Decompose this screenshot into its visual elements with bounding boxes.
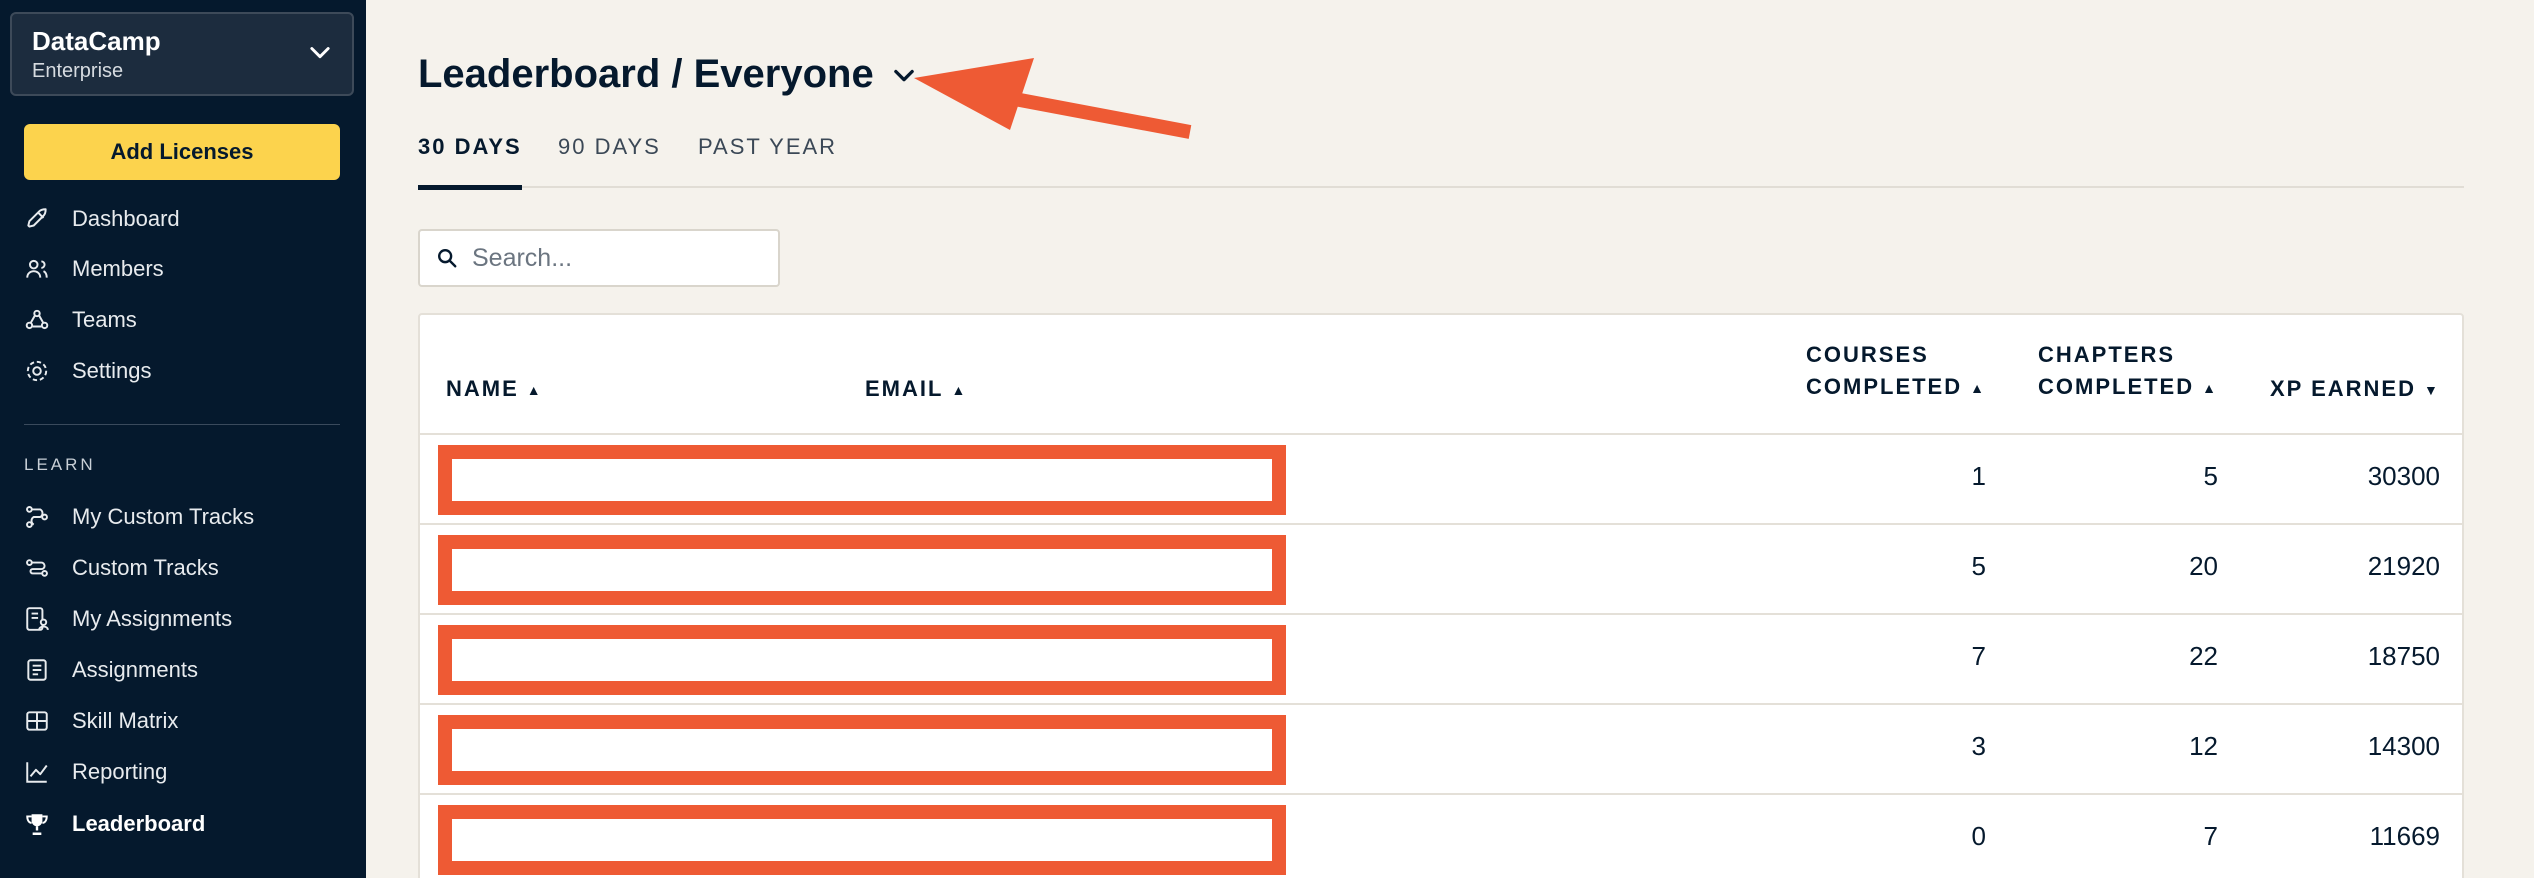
xp-earned-cell: 11669 [2369, 821, 2440, 851]
tab-90-days[interactable]: 90 DAYS [558, 130, 661, 188]
sidebar-item-leaderboard[interactable]: Leaderboard [24, 804, 205, 844]
chapters-completed-cell: 5 [2203, 461, 2218, 491]
column-header-label: NAME [446, 376, 519, 401]
courses-completed-cell: 1 [1971, 461, 1986, 491]
search-input[interactable] [472, 243, 752, 273]
tab-30-days[interactable]: 30 DAYS [418, 130, 522, 190]
trophy-icon [26, 814, 48, 835]
column-header-xp-earned[interactable]: XP EARNED ▼︎ [2270, 373, 2440, 406]
grid-icon [26, 711, 48, 731]
sidebar-item-assignments[interactable]: Assignments [24, 650, 198, 690]
track-icon [26, 506, 48, 528]
chevron-down-icon [310, 47, 330, 59]
sidebar-item-label: Custom Tracks [72, 555, 219, 580]
assignment-icon [27, 659, 47, 681]
sidebar-item-label: Leaderboard [72, 811, 206, 836]
org-switcher[interactable]: DataCamp Enterprise [10, 12, 354, 96]
leaderboard-table: NAME ▲︎ EMAIL ▲︎ COURSES COMPLETED ▲︎ CHAPT… [418, 313, 2464, 878]
column-header-label: COMPLETED [2038, 374, 2195, 399]
sidebar-item-label: Settings [72, 358, 152, 383]
sidebar-item-label: Members [72, 256, 164, 281]
sort-icon: ▲︎ [526, 382, 543, 399]
page-title[interactable]: Leaderboard / Everyone [418, 52, 918, 97]
sort-icon: ▲︎ [1970, 380, 1986, 397]
add-licenses-button[interactable]: Add Licenses [24, 124, 340, 180]
sort-icon: ▲︎ [2202, 380, 2218, 397]
sidebar-divider [24, 424, 340, 425]
search-icon [438, 249, 457, 268]
column-header-label: COURSES [1806, 342, 1929, 367]
table-row[interactable]: 0 7 11669 [420, 795, 2462, 878]
column-header-label: COMPLETED [1806, 374, 1963, 399]
sidebar-item-custom-tracks[interactable]: Custom Tracks [24, 548, 219, 588]
redaction-box [438, 715, 1286, 785]
teams-icon [25, 309, 49, 330]
xp-earned-cell: 21920 [2367, 551, 2440, 581]
sidebar-item-label: My Custom Tracks [72, 504, 255, 529]
column-header-label: CHAPTERS [2038, 342, 2176, 367]
column-header-name[interactable]: NAME ▲︎ [446, 373, 543, 406]
sidebar-item-label: Dashboard [72, 206, 180, 231]
page-title-text: Leaderboard / Everyone [418, 52, 874, 96]
sidebar-item-label: Reporting [72, 759, 168, 784]
redaction-box [438, 535, 1286, 605]
courses-completed-cell: 3 [1971, 731, 1986, 761]
sidebar-item-skill-matrix[interactable]: Skill Matrix [24, 701, 178, 741]
column-header-email[interactable]: EMAIL ▲︎ [865, 373, 967, 406]
sidebar-item-my-assignments[interactable]: My Assignments [24, 599, 232, 639]
sidebar: DataCamp Enterprise Add Licenses Dashboa… [0, 0, 366, 878]
track-icon [26, 559, 48, 577]
sidebar-item-label: Assignments [72, 657, 198, 682]
gear-icon [26, 360, 48, 382]
sidebar-item-members[interactable]: Members [24, 249, 164, 289]
column-header-label: XP EARNED [2270, 376, 2416, 401]
sidebar-item-reporting[interactable]: Reporting [24, 752, 167, 792]
column-header-courses-completed[interactable]: COURSES COMPLETED ▲︎ [1806, 339, 1986, 404]
sidebar-item-my-custom-tracks[interactable]: My Custom Tracks [24, 497, 254, 537]
org-plan: Enterprise [32, 60, 124, 82]
sidebar-item-label: My Assignments [72, 606, 233, 631]
chart-line-icon [26, 762, 48, 783]
sidebar-item-dashboard[interactable]: Dashboard [24, 199, 180, 239]
courses-completed-cell: 7 [1971, 641, 1986, 671]
xp-earned-cell: 14300 [2367, 731, 2440, 761]
courses-completed-cell: 0 [1971, 821, 1986, 851]
xp-earned-cell: 30300 [2367, 461, 2440, 491]
table-row[interactable]: 1 5 30300 [420, 435, 2462, 525]
rocket-icon [27, 208, 47, 228]
assignment-user-icon [26, 607, 49, 631]
redaction-box [438, 445, 1286, 515]
column-header-chapters-completed[interactable]: CHAPTERS COMPLETED ▲︎ [2038, 339, 2218, 404]
table-row[interactable]: 7 22 18750 [420, 615, 2462, 705]
tab-past-year[interactable]: PAST YEAR [698, 130, 837, 188]
redaction-box [438, 625, 1286, 695]
section-label-learn: LEARN [24, 455, 96, 474]
sort-icon: ▲︎ [951, 382, 968, 399]
sidebar-item-teams[interactable]: Teams [24, 300, 137, 340]
table-row[interactable]: 3 12 14300 [420, 705, 2462, 795]
xp-earned-cell: 18750 [2367, 641, 2440, 671]
chapters-completed-cell: 22 [2189, 641, 2218, 671]
org-name: DataCamp [32, 26, 161, 56]
chapters-completed-cell: 7 [2203, 821, 2218, 851]
chapters-completed-cell: 12 [2189, 731, 2218, 761]
chapters-completed-cell: 20 [2189, 551, 2218, 581]
search-box[interactable] [418, 229, 780, 287]
redaction-box [438, 805, 1286, 875]
courses-completed-cell: 5 [1971, 551, 1986, 581]
sidebar-item-label: Skill Matrix [72, 708, 179, 733]
table-row[interactable]: 5 20 21920 [420, 525, 2462, 615]
sidebar-item-label: Teams [72, 307, 137, 332]
time-range-tabs: 30 DAYS 90 DAYS PAST YEAR [418, 130, 2464, 190]
column-header-label: EMAIL [865, 376, 944, 401]
sidebar-item-settings[interactable]: Settings [24, 351, 152, 391]
members-icon [26, 259, 48, 278]
sort-desc-icon: ▼︎ [2423, 382, 2440, 399]
